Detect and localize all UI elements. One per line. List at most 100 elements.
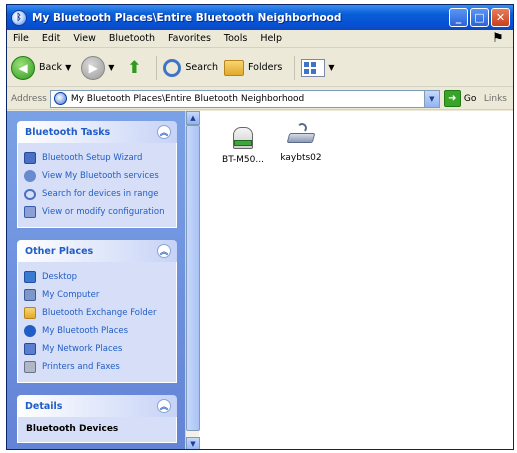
toolbar-separator: [294, 55, 296, 80]
task-label: Bluetooth Setup Wizard: [42, 153, 143, 163]
menu-favorites[interactable]: Favorites: [168, 33, 211, 44]
device-item[interactable]: BT-M50...: [211, 121, 275, 165]
collapse-icon[interactable]: ︽: [157, 244, 171, 258]
address-label: Address: [11, 93, 47, 104]
panel-title: Details: [25, 400, 63, 412]
bluetooth-tasks-panel: Bluetooth Tasks ︽ Bluetooth Setup Wizard…: [17, 121, 177, 228]
back-label: Back: [39, 62, 63, 73]
bluetooth-places-icon: ᛒ: [11, 9, 27, 26]
task-bluetooth-setup-wizard[interactable]: Bluetooth Setup Wizard: [24, 149, 170, 167]
place-label: My Computer: [42, 290, 100, 300]
menu-edit[interactable]: Edit: [42, 33, 60, 44]
place-label: My Bluetooth Places: [42, 326, 129, 336]
collapse-icon[interactable]: ︽: [157, 399, 171, 413]
menu-view[interactable]: View: [73, 33, 96, 44]
bluetooth-icon: [24, 325, 36, 337]
services-icon: [24, 170, 36, 182]
maximize-button[interactable]: □: [470, 8, 489, 27]
search-label: Search: [185, 62, 219, 73]
forward-button[interactable]: ▶ ▼: [81, 55, 118, 80]
windows-logo-icon: ⚑: [492, 31, 504, 46]
configuration-icon: [24, 206, 36, 218]
window-title: My Bluetooth Places\Entire Bluetooth Nei…: [32, 11, 342, 24]
file-view: BT-M50... kaybts02: [203, 111, 513, 449]
folders-button[interactable]: Folders: [224, 59, 283, 76]
search-button[interactable]: Search: [163, 58, 219, 77]
place-my-network-places[interactable]: My Network Places: [24, 340, 170, 358]
other-places-panel: Other Places ︽ Desktop My Computer Bluet…: [17, 240, 177, 383]
desktop-icon: [24, 271, 36, 283]
menu-bar: File Edit View Bluetooth Favorites Tools…: [7, 30, 513, 48]
other-places-header[interactable]: Other Places ︽: [17, 240, 177, 262]
task-modify-configuration[interactable]: View or modify configuration: [24, 203, 170, 221]
computer-icon: [24, 289, 36, 301]
chevron-down-icon[interactable]: ▼: [423, 90, 439, 107]
chevron-down-icon[interactable]: ▼: [108, 63, 114, 72]
printer-icon: [24, 361, 36, 373]
details-panel: Details ︽ Bluetooth Devices: [17, 395, 177, 443]
place-exchange-folder[interactable]: Bluetooth Exchange Folder: [24, 304, 170, 322]
up-button[interactable]: ⬆: [124, 58, 144, 78]
place-my-computer[interactable]: My Computer: [24, 286, 170, 304]
task-search-devices[interactable]: Search for devices in range: [24, 185, 170, 203]
close-button[interactable]: ✕: [491, 8, 510, 27]
network-icon: [24, 343, 36, 355]
task-view-bluetooth-services[interactable]: View My Bluetooth services: [24, 167, 170, 185]
task-pane-scrollbar[interactable]: ▲ ▼: [185, 111, 200, 449]
explorer-window: ᛒ My Bluetooth Places\Entire Bluetooth N…: [6, 4, 514, 450]
folder-up-icon: ⬆: [127, 57, 142, 78]
back-button[interactable]: ◀ Back ▼: [11, 55, 75, 80]
details-header[interactable]: Details ︽: [17, 395, 177, 417]
place-desktop[interactable]: Desktop: [24, 268, 170, 286]
scroll-down-icon[interactable]: ▼: [186, 437, 200, 449]
menu-bluetooth[interactable]: Bluetooth: [109, 33, 155, 44]
address-bar: Address My Bluetooth Places\Entire Bluet…: [7, 88, 513, 110]
scroll-up-icon[interactable]: ▲: [186, 111, 200, 125]
chevron-down-icon[interactable]: ▼: [65, 63, 71, 72]
place-my-bluetooth-places[interactable]: My Bluetooth Places: [24, 322, 170, 340]
search-icon: [163, 58, 182, 77]
title-bar[interactable]: ᛒ My Bluetooth Places\Entire Bluetooth N…: [7, 5, 513, 30]
bluetooth-places-icon: [53, 92, 67, 105]
keyboard-device-icon: [285, 121, 317, 149]
menu-file[interactable]: File: [13, 33, 29, 44]
menu-tools[interactable]: Tools: [224, 33, 247, 44]
toolbar-separator: [156, 55, 158, 80]
place-label: Bluetooth Exchange Folder: [42, 308, 157, 318]
device-label: kaybts02: [280, 153, 322, 163]
place-label: Desktop: [42, 272, 78, 282]
task-label: View My Bluetooth services: [42, 171, 159, 181]
bluetooth-tasks-header[interactable]: Bluetooth Tasks ︽: [17, 121, 177, 143]
scrollbar-thumb[interactable]: [186, 125, 200, 431]
menu-help[interactable]: Help: [260, 33, 282, 44]
folder-icon: [24, 307, 36, 319]
go-label[interactable]: Go: [464, 94, 476, 104]
details-text: Bluetooth Devices: [26, 424, 119, 434]
back-arrow-icon: ◀: [11, 55, 35, 80]
folders-icon: [224, 59, 245, 76]
main-content: Bluetooth Tasks ︽ Bluetooth Setup Wizard…: [7, 111, 513, 449]
minimize-button[interactable]: _: [449, 8, 468, 27]
place-label: Printers and Faxes: [42, 362, 120, 372]
links-button[interactable]: Links: [484, 94, 507, 104]
place-printers-faxes[interactable]: Printers and Faxes: [24, 358, 170, 376]
panel-title: Bluetooth Tasks: [25, 126, 111, 138]
address-value: My Bluetooth Places\Entire Bluetooth Nei…: [70, 93, 305, 104]
folders-label: Folders: [248, 62, 283, 73]
task-pane: Bluetooth Tasks ︽ Bluetooth Setup Wizard…: [7, 111, 185, 449]
device-label: BT-M50...: [222, 155, 264, 165]
views-icon: [301, 58, 326, 77]
chevron-down-icon[interactable]: ▼: [328, 63, 334, 72]
search-icon: [24, 188, 36, 200]
forward-arrow-icon: ▶: [81, 55, 106, 80]
task-label: Search for devices in range: [42, 189, 159, 199]
device-item[interactable]: kaybts02: [269, 121, 333, 163]
toolbar: ◀ Back ▼ ▶ ▼ ⬆ Search Folders ▼: [7, 49, 513, 87]
details-body: Bluetooth Devices: [17, 417, 177, 443]
address-input[interactable]: My Bluetooth Places\Entire Bluetooth Nei…: [49, 89, 440, 108]
collapse-icon[interactable]: ︽: [157, 125, 171, 139]
bluetooth-tasks-list: Bluetooth Setup Wizard View My Bluetooth…: [17, 143, 177, 228]
panel-title: Other Places: [25, 245, 94, 257]
views-button[interactable]: ▼: [301, 58, 338, 77]
go-button[interactable]: ➜: [443, 90, 461, 107]
